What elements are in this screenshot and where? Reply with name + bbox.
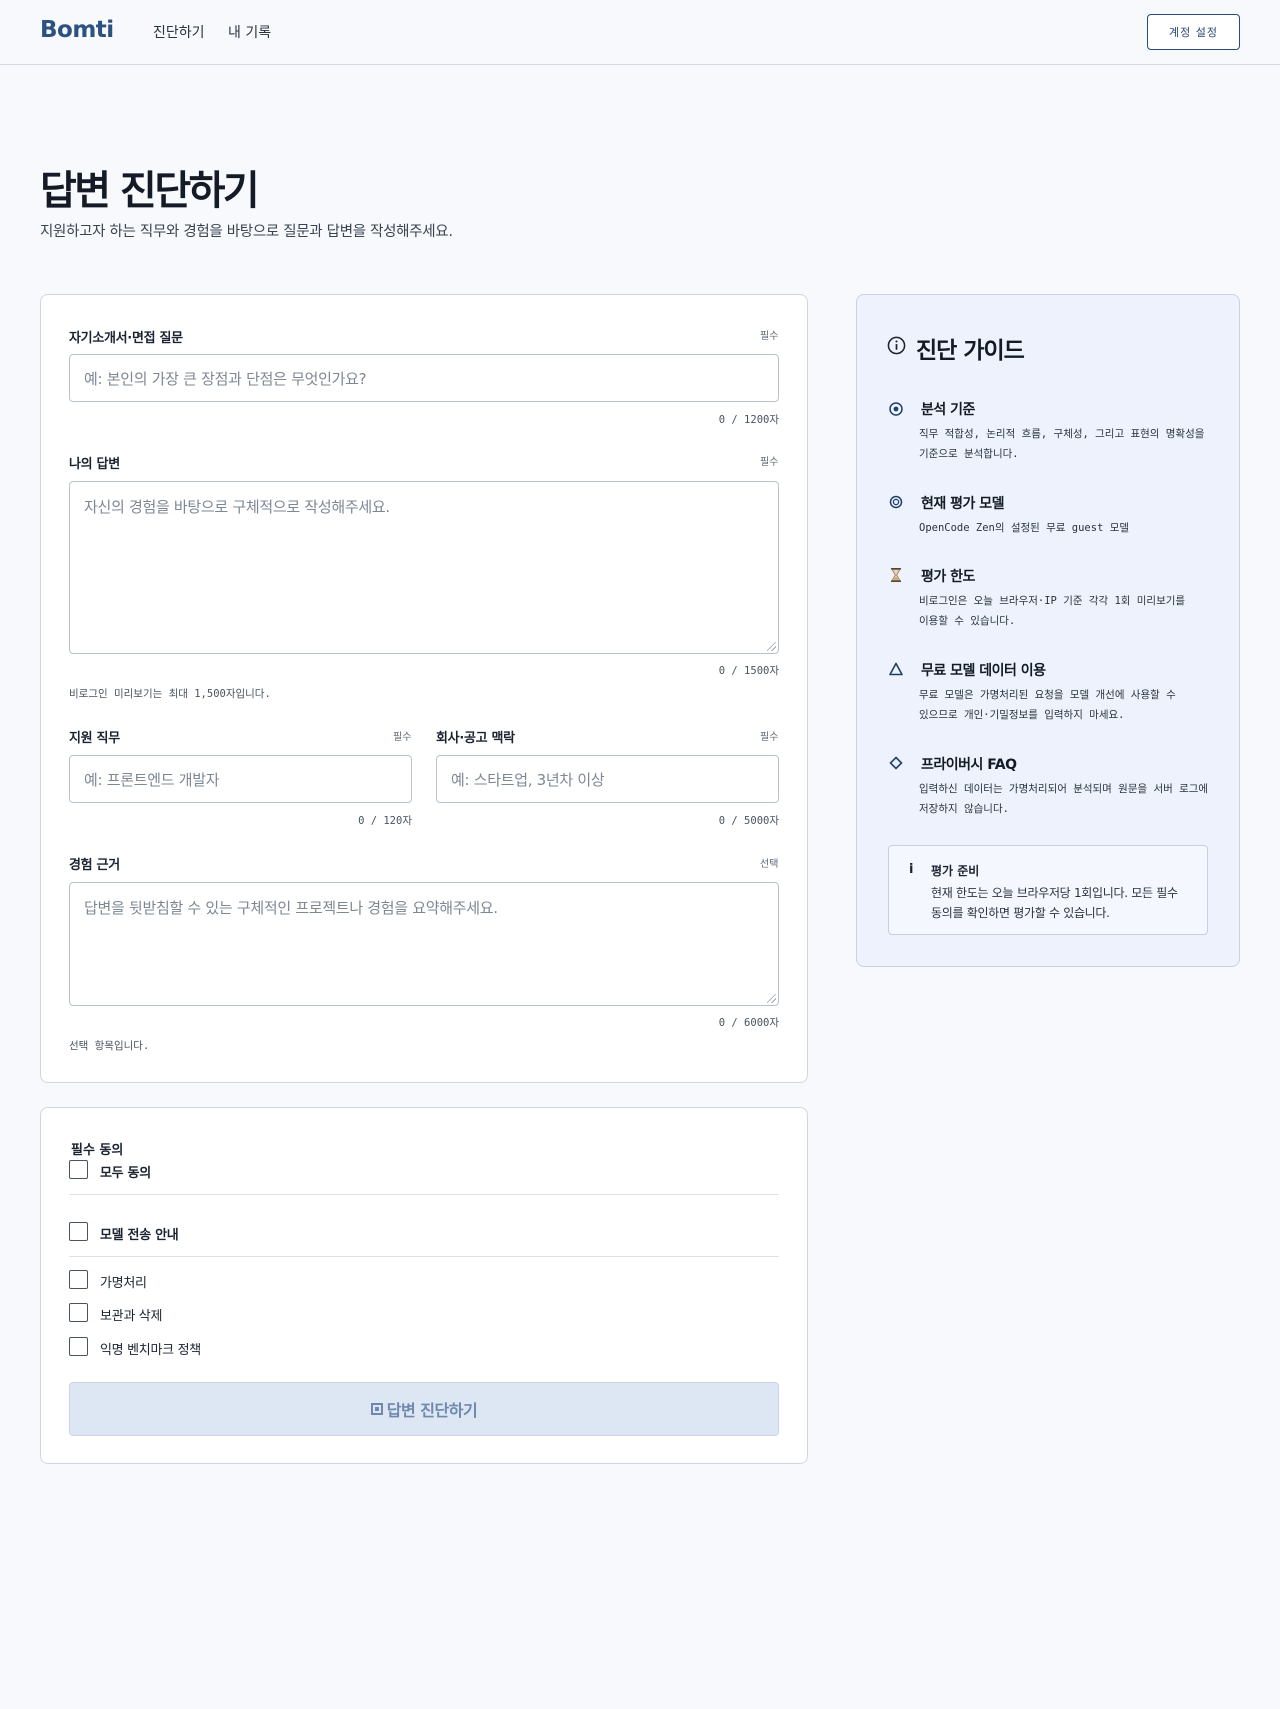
consent-all-label[interactable]: 모두 동의 (100, 1162, 151, 1181)
consent-all-checkbox[interactable] (69, 1160, 88, 1179)
diamond-icon (889, 756, 903, 770)
guide-item-title[interactable]: 프라이버시 FAQ (921, 754, 1017, 774)
company-counter: 0 / 5000자 (718, 815, 779, 827)
submit-diagnose-button[interactable]: 답변 진단하기 (69, 1382, 779, 1436)
evidence-label: 경험 근거 (69, 858, 120, 873)
role-input[interactable]: 예: 프론트엔드 개발자 (69, 755, 412, 803)
question-input[interactable]: 예: 본인의 가장 큰 장점과 단점은 무엇인가요? (69, 354, 779, 402)
guide-item-desc: 입력하신 데이터는 가명처리되어 분석되며 원문을 서버 로그에 저장하지 않습… (919, 783, 1209, 815)
model-icon (889, 495, 903, 509)
model-transfer-label[interactable]: 모델 전송 안내 (100, 1224, 179, 1243)
page-subtitle: 지원하고자 하는 직무와 경험을 바탕으로 질문과 답변을 작성해주세요. (40, 224, 453, 240)
square-icon (370, 1403, 383, 1415)
consent-divider (69, 1194, 779, 1195)
guide-item-desc: OpenCode Zen의 설정된 무료 guest 모델 (919, 522, 1130, 534)
notice-text: 현재 한도는 오늘 브라우저당 1회입니다. 모든 필수 동의를 확인하면 평가… (931, 886, 1178, 920)
page-title: 답변 진단하기 (40, 168, 260, 214)
retention-checkbox[interactable] (69, 1303, 88, 1322)
company-label: 회사·공고 맥락 (436, 731, 515, 746)
hourglass-icon (891, 568, 901, 582)
question-label: 자기소개서·면접 질문 (69, 331, 183, 346)
answer-required-tag: 필수 (760, 457, 779, 468)
guide-item-desc: 무료 모델은 가명처리된 요청을 모델 개선에 사용할 수 있으므로 개인·기밀… (919, 689, 1176, 721)
benchmark-policy-label[interactable]: 익명 벤치마크 정책 (100, 1339, 201, 1358)
resize-handle-icon[interactable] (767, 642, 776, 651)
answer-counter: 0 / 1500자 (718, 665, 779, 677)
answer-label: 나의 답변 (69, 457, 120, 472)
evidence-textarea[interactable]: 답변을 뒷받침할 수 있는 구체적인 프로젝트나 경험을 요약해주세요. (69, 882, 779, 1006)
benchmark-policy-checkbox[interactable] (69, 1337, 88, 1356)
role-required-tag: 필수 (393, 732, 412, 743)
evidence-placeholder: 답변을 뒷받침할 수 있는 구체적인 프로젝트나 경험을 요약해주세요. (84, 899, 498, 917)
info-icon: i (909, 862, 914, 877)
company-input[interactable]: 예: 스타트업, 3년차 이상 (436, 755, 779, 803)
consent-divider (69, 1256, 779, 1257)
consent-title: 필수 동의 (71, 1143, 124, 1158)
answer-helper-text: 비로그인 미리보기는 최대 1,500자입니다. (69, 688, 271, 700)
role-counter: 0 / 120자 (358, 815, 412, 827)
retention-label[interactable]: 보관과 삭제 (100, 1305, 162, 1324)
answer-textarea[interactable]: 자신의 경험을 바탕으로 구체적으로 작성해주세요. (69, 481, 779, 654)
guide-title: 진단 가이드 (916, 338, 1025, 364)
guide-item-desc: 직무 적합성, 논리적 흐름, 구체성, 그리고 표현의 명확성을 기준으로 분… (919, 428, 1205, 460)
role-label: 지원 직무 (69, 731, 120, 746)
evidence-optional-tag: 선택 (760, 859, 779, 870)
guide-item-title: 현재 평가 모델 (921, 496, 1005, 512)
guide-item-desc: 비로그인은 오늘 브라우저·IP 기준 각각 1회 미리보기를 이용할 수 있습… (919, 595, 1186, 627)
pseudonymization-label[interactable]: 가명처리 (100, 1272, 147, 1291)
brand-logo[interactable]: Bomti (40, 17, 114, 43)
guide-item-title: 분석 기준 (921, 402, 975, 418)
evaluation-notice: i 평가 준비 현재 한도는 오늘 브라우저당 1회입니다. 모든 필수 동의를… (888, 845, 1208, 935)
question-required-tag: 필수 (760, 331, 779, 342)
resize-handle-icon[interactable] (767, 994, 776, 1003)
evidence-helper-text: 선택 항목입니다. (69, 1040, 150, 1052)
warning-icon (889, 662, 903, 676)
evidence-counter: 0 / 6000자 (718, 1017, 779, 1029)
notice-title: 평가 준비 (931, 864, 980, 878)
nav-diagnose[interactable]: 진단하기 (153, 22, 205, 42)
pseudonymization-checkbox[interactable] (69, 1270, 88, 1289)
info-circle-icon (887, 336, 906, 355)
guide-item-title: 무료 모델 데이터 이용 (921, 663, 1046, 679)
nav-history[interactable]: 내 기록 (228, 22, 271, 42)
answer-placeholder: 자신의 경험을 바탕으로 구체적으로 작성해주세요. (84, 498, 390, 516)
model-transfer-checkbox[interactable] (69, 1222, 88, 1241)
question-counter: 0 / 1200자 (718, 414, 779, 426)
top-header: Bomti 진단하기 내 기록 계정 설정 (0, 0, 1280, 65)
account-settings-button[interactable]: 계정 설정 (1147, 14, 1240, 50)
company-required-tag: 필수 (760, 732, 779, 743)
submit-label: 답변 진단하기 (386, 1401, 478, 1420)
guide-item-title: 평가 한도 (921, 569, 975, 585)
target-icon (889, 402, 903, 416)
